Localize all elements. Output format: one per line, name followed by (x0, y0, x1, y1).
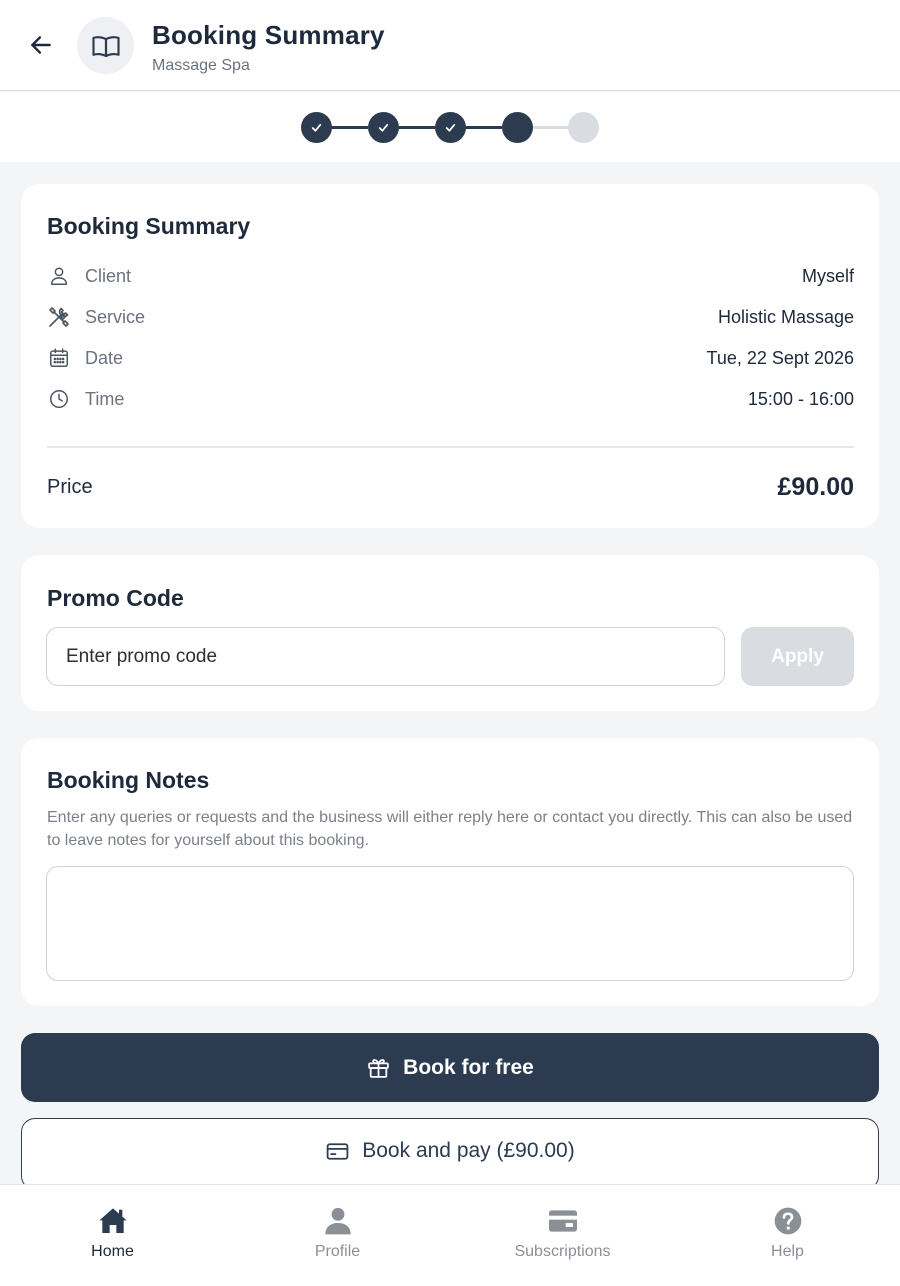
credit-card-icon (326, 1142, 349, 1160)
booking-summary-card: Booking Summary Client Myself Service Ho… (21, 184, 879, 528)
step-2-completed (368, 112, 399, 143)
service-row: Service Holistic Massage (47, 304, 854, 330)
book-for-free-button[interactable]: Book for free (21, 1033, 879, 1102)
booking-notes-card: Booking Notes Enter any queries or reque… (21, 738, 879, 1006)
step-5-pending (568, 112, 599, 143)
promo-code-input[interactable] (46, 627, 725, 686)
step-4-current (502, 112, 533, 143)
open-book-icon (91, 35, 120, 57)
time-row: Time 15:00 - 16:00 (47, 386, 854, 412)
nav-subscriptions[interactable]: Subscriptions (450, 1185, 675, 1286)
calendar-icon (47, 346, 71, 370)
clock-icon (47, 387, 71, 411)
date-value: Tue, 22 Sept 2026 (706, 347, 854, 368)
promo-code-card: Promo Code Apply (21, 555, 879, 711)
step-connector (331, 126, 368, 129)
business-name: Massage Spa (152, 57, 250, 74)
home-icon (96, 1205, 130, 1237)
check-icon (445, 123, 456, 132)
step-connector (398, 126, 435, 129)
book-for-free-label: Book for free (403, 1055, 534, 1079)
nav-home-label: Home (91, 1243, 134, 1260)
bottom-nav: Home Profile Subscriptions Help (0, 1184, 900, 1286)
client-label: Client (85, 265, 132, 286)
nav-help[interactable]: Help (675, 1185, 900, 1286)
notes-textarea[interactable] (46, 866, 854, 981)
app: Booking Summary Massage Spa Booking Summ… (0, 0, 900, 1286)
header: Booking Summary Massage Spa (0, 0, 900, 91)
gift-icon (368, 1059, 389, 1078)
client-row: Client Myself (47, 263, 854, 289)
time-value: 15:00 - 16:00 (747, 388, 854, 409)
client-value: Myself (801, 265, 854, 286)
progress-stepper (0, 92, 900, 162)
notes-title: Booking Notes (47, 767, 210, 793)
check-icon (378, 123, 389, 132)
step-connector (465, 126, 502, 129)
step-connector (532, 126, 569, 129)
service-label: Service (85, 306, 146, 327)
page-title: Booking Summary (152, 20, 385, 50)
check-icon (311, 123, 322, 132)
notes-description: Enter any queries or requests and the bu… (47, 809, 853, 849)
price-value: £90.00 (777, 473, 854, 501)
date-label: Date (85, 347, 124, 368)
summary-title: Booking Summary (47, 213, 251, 239)
user-icon (47, 264, 71, 288)
date-row: Date Tue, 22 Sept 2026 (47, 345, 854, 371)
arrow-left-icon (31, 36, 51, 54)
apply-button[interactable]: Apply (741, 627, 854, 686)
nav-profile-label: Profile (314, 1243, 361, 1260)
service-value: Holistic Massage (717, 306, 854, 327)
step-3-completed (435, 112, 466, 143)
step-1-completed (301, 112, 332, 143)
nav-help-label: Help (771, 1243, 804, 1260)
card-icon (546, 1205, 580, 1237)
summary-divider (47, 446, 854, 448)
back-button[interactable] (22, 26, 60, 64)
price-label: Price (47, 476, 93, 498)
time-label: Time (85, 388, 125, 409)
nav-profile[interactable]: Profile (225, 1185, 450, 1286)
help-icon (771, 1205, 805, 1237)
tools-icon (47, 305, 71, 329)
promo-title: Promo Code (47, 585, 184, 611)
service-avatar (77, 17, 134, 74)
nav-home[interactable]: Home (0, 1185, 225, 1286)
book-and-pay-button[interactable]: Book and pay (£90.00) (21, 1118, 879, 1190)
profile-icon (321, 1205, 355, 1237)
book-and-pay-label: Book and pay (£90.00) (362, 1139, 575, 1162)
nav-subscriptions-label: Subscriptions (514, 1243, 611, 1260)
